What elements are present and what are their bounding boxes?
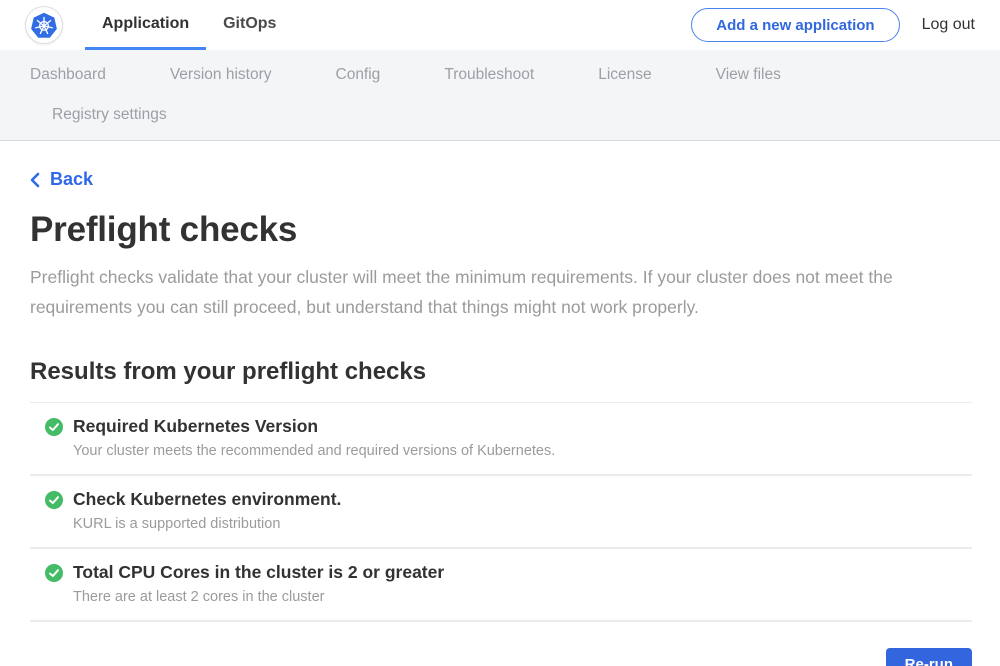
subnav-item-troubleshoot[interactable]: Troubleshoot (444, 66, 534, 84)
check-pass-icon (45, 491, 63, 514)
preflight-check-row: Required Kubernetes Version Your cluster… (30, 403, 972, 476)
page-title: Preflight checks (30, 210, 972, 250)
subnav-item-dashboard[interactable]: Dashboard (30, 66, 106, 84)
check-texts: Total CPU Cores in the cluster is 2 or g… (73, 562, 444, 606)
subnav-item-config[interactable]: Config (336, 66, 381, 84)
kubernetes-logo (25, 6, 63, 44)
check-title: Check Kubernetes environment. (73, 489, 341, 509)
header-actions: Add a new application Log out (691, 0, 1000, 50)
subnav-row-2: Registry settings (30, 95, 970, 135)
tab-gitops[interactable]: GitOps (206, 0, 293, 50)
check-message: Your cluster meets the recommended and r… (73, 443, 555, 460)
back-link[interactable]: Back (30, 169, 93, 190)
primary-tabs: Application GitOps (85, 0, 293, 50)
app-subnav: Dashboard Version history Config Trouble… (0, 50, 1000, 141)
top-header: Application GitOps Add a new application… (0, 0, 1000, 50)
check-title: Total CPU Cores in the cluster is 2 or g… (73, 562, 444, 582)
preflight-page: Back Preflight checks Preflight checks v… (0, 141, 1000, 666)
subnav-item-registry-settings[interactable]: Registry settings (52, 106, 167, 124)
subnav-row-1: Dashboard Version history Config Trouble… (30, 55, 970, 95)
preflight-check-row: Total CPU Cores in the cluster is 2 or g… (30, 549, 972, 622)
rerun-button[interactable]: Re-run (886, 648, 972, 666)
preflight-check-row: Check Kubernetes environment. KURL is a … (30, 476, 972, 549)
logout-link[interactable]: Log out (922, 16, 975, 34)
back-label: Back (50, 169, 93, 190)
check-message: KURL is a supported distribution (73, 516, 341, 533)
check-texts: Check Kubernetes environment. KURL is a … (73, 489, 341, 533)
tab-application[interactable]: Application (85, 0, 206, 50)
subnav-item-view-files[interactable]: View files (716, 66, 781, 84)
chevron-left-icon (30, 172, 40, 188)
subnav-item-version-history[interactable]: Version history (170, 66, 272, 84)
check-texts: Required Kubernetes Version Your cluster… (73, 416, 555, 460)
check-pass-icon (45, 564, 63, 587)
preflight-check-list: Required Kubernetes Version Your cluster… (30, 403, 972, 622)
add-new-application-button[interactable]: Add a new application (691, 8, 899, 42)
subnav-item-license[interactable]: License (598, 66, 651, 84)
results-heading: Results from your preflight checks (30, 358, 972, 386)
page-description: Preflight checks validate that your clus… (30, 262, 970, 322)
check-message: There are at least 2 cores in the cluste… (73, 589, 444, 606)
footer-actions: Re-run (30, 648, 972, 666)
kubernetes-logo-icon (29, 10, 59, 40)
check-title: Required Kubernetes Version (73, 416, 555, 436)
check-pass-icon (45, 418, 63, 441)
